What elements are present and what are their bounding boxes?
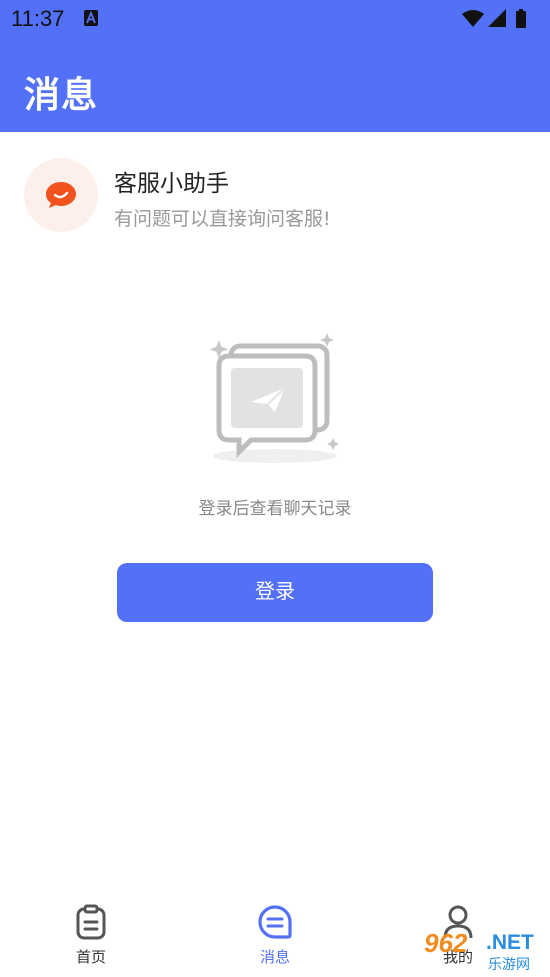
watermark-domain: .NET [486, 931, 534, 954]
app-a-icon [84, 10, 98, 26]
header: 消息 [0, 36, 550, 132]
watermark-text: 乐游网 [488, 957, 530, 973]
page-title: 消息 [24, 75, 99, 116]
wifi-icon [462, 10, 484, 27]
service-description: 有问题可以直接询问客服! [114, 208, 331, 230]
status-icons [462, 9, 526, 28]
watermark-logo: 962 .NET 乐游网 [406, 928, 546, 973]
tab-messages-label: 消息 [259, 948, 290, 966]
login-button[interactable]: 登录 [117, 563, 433, 622]
tab-messages[interactable]: 消息 [235, 904, 315, 974]
service-name: 客服小助手 [114, 171, 229, 197]
empty-state-text: 登录后查看聊天记录 [198, 499, 352, 519]
message-icon [258, 905, 292, 939]
signal-icon [488, 9, 506, 27]
battery-icon [516, 9, 526, 28]
clipboard-icon [76, 904, 106, 940]
message-plane-icon [209, 333, 339, 463]
chat-bubble-icon [46, 182, 76, 208]
customer-service-item[interactable]: 客服小助手 有问题可以直接询问客服! [0, 140, 550, 244]
status-time: 11:37 [11, 6, 65, 31]
tab-home-label: 首页 [75, 948, 106, 966]
avatar [24, 158, 98, 232]
status-bar: 11:37 [0, 0, 550, 36]
watermark-number: 962 [424, 928, 468, 958]
tab-home[interactable]: 首页 [51, 904, 131, 974]
